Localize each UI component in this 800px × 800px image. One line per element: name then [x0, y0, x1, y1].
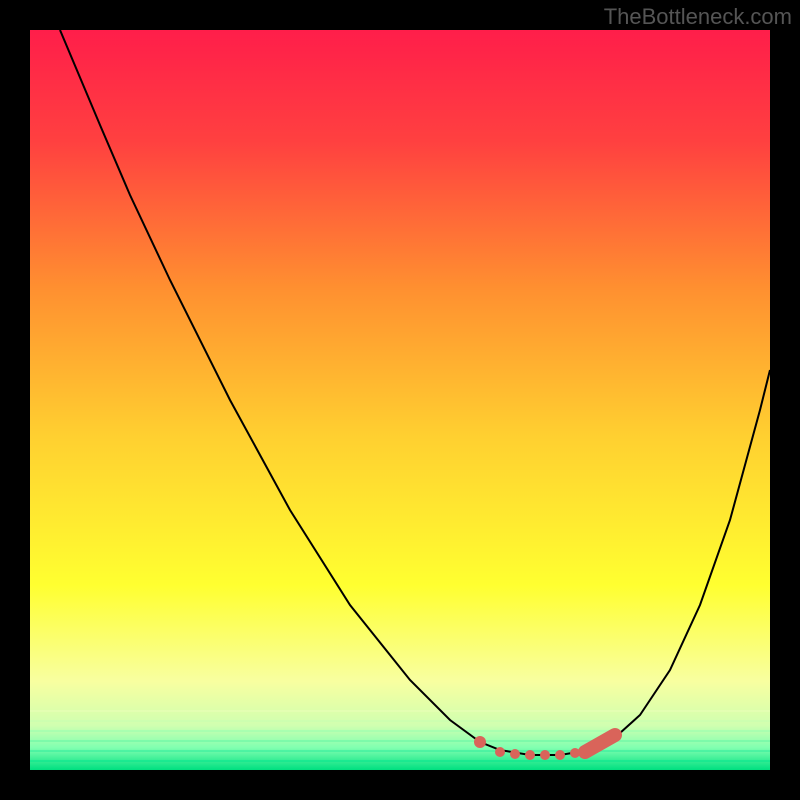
gradient-background — [30, 30, 770, 770]
left-border — [0, 30, 30, 770]
chart-svg — [30, 30, 770, 770]
chart-container: TheBottleneck.com — [0, 0, 800, 800]
watermark-text: TheBottleneck.com — [604, 4, 792, 30]
bottom-border — [0, 770, 800, 800]
right-border — [770, 30, 800, 770]
